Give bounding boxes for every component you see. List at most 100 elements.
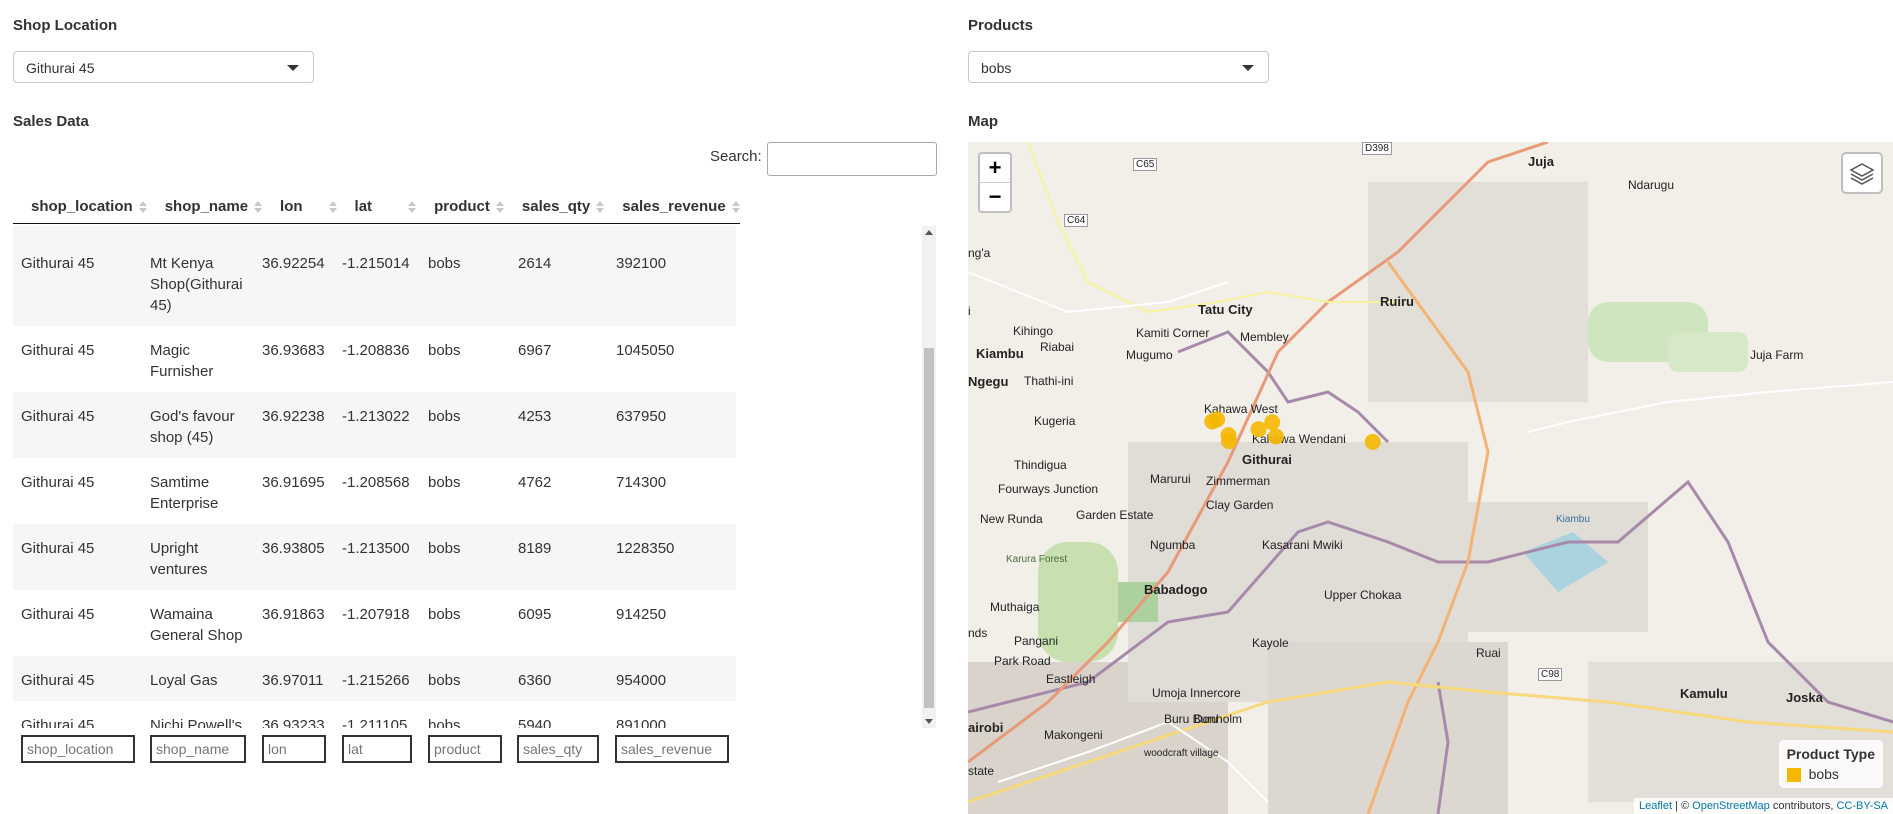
table-cell: God's favour shop (45) <box>142 392 254 458</box>
shop-marker[interactable] <box>1209 411 1226 428</box>
osm-link[interactable]: OpenStreetMap <box>1692 800 1770 812</box>
filter-product[interactable] <box>428 735 502 763</box>
table-cell: 36.93805 <box>254 524 334 590</box>
table-cell: 914250 <box>616 606 667 623</box>
leaflet-link[interactable]: Leaflet <box>1639 800 1672 812</box>
table-cell: suppliers <box>142 226 254 239</box>
table-cell: Githurai 45 <box>21 606 95 623</box>
table-row[interactable]: Githurai 45 Nichi Powell's Enterprise 36.9… <box>13 701 736 728</box>
table-cell: Githurai 45 <box>13 524 142 590</box>
column-header-product[interactable]: product <box>416 192 504 224</box>
table-cell: bobs <box>420 656 510 701</box>
sort-icon <box>138 201 147 214</box>
products-label: Products <box>968 17 1034 34</box>
search-label: Search: <box>710 148 762 165</box>
shop-location-value: Githurai 45 <box>26 60 95 76</box>
sort-icon <box>731 201 740 214</box>
table-scrollbar[interactable] <box>922 226 936 728</box>
table-cell: 2614 <box>510 239 608 326</box>
table-cell: 36.91695 <box>262 474 325 491</box>
sales-data-label: Sales Data <box>13 113 89 130</box>
table-cell: 36.92254 <box>254 239 334 326</box>
table-row[interactable]: suppliers <box>13 226 736 239</box>
column-header-shop-name[interactable]: shop_name <box>146 192 263 224</box>
scroll-down-icon[interactable] <box>925 719 933 724</box>
table-cell: Mt Kenya Shop(Githurai 45) <box>142 239 254 326</box>
scroll-up-icon[interactable] <box>925 230 933 235</box>
zoom-control: + − <box>978 152 1012 213</box>
table-cell: 36.93683 <box>262 342 325 359</box>
table-cell: 36.91863 <box>262 606 325 623</box>
sort-icon <box>596 201 605 214</box>
sort-icon <box>254 201 263 214</box>
sort-icon <box>408 201 417 214</box>
table-cell: 1228350 <box>608 524 736 590</box>
legend-title: Product Type <box>1786 745 1875 762</box>
table-cell: bobs <box>420 239 510 326</box>
attribution-text: | © <box>1672 800 1693 812</box>
filter-sales-revenue[interactable] <box>615 735 729 763</box>
filter-shop-location[interactable] <box>21 735 135 763</box>
filter-sales-qty[interactable] <box>517 735 599 763</box>
table-cell: bobs <box>428 606 461 623</box>
shop-marker[interactable] <box>1264 414 1281 431</box>
column-header-lat[interactable]: lat <box>336 192 417 224</box>
table-cell: 36.92238 <box>254 392 334 458</box>
table-row[interactable]: Githurai 45 Samtime Enterprise 36.91695 -1.… <box>13 458 736 524</box>
attribution-text: contributors, <box>1769 800 1837 812</box>
search-input[interactable] <box>767 142 937 176</box>
table-row[interactable]: Githurai 45 Wamaina General Shop 36.91863-… <box>13 590 736 656</box>
table-header: shop_location shop_name lon lat product … <box>13 192 740 224</box>
products-select[interactable]: bobs <box>968 51 1269 83</box>
table-row[interactable]: Githurai 45 Upright ventures 36.93805 -1.21… <box>13 524 736 590</box>
license-link[interactable]: CC-BY-SA <box>1836 800 1888 812</box>
table-cell: -1.213500 <box>334 524 420 590</box>
marker-layer <box>1204 411 1381 450</box>
map-attribution: Leaflet | © OpenStreetMap contributors, … <box>1633 798 1893 814</box>
shop-marker[interactable] <box>1267 428 1284 445</box>
zoom-out-button[interactable]: − <box>980 183 1010 211</box>
map-label: Map <box>968 113 998 130</box>
table-cell: 954000 <box>608 656 736 701</box>
table-cell: Githurai 45 <box>21 342 95 359</box>
table-cell: -1.208568 <box>342 474 410 491</box>
filter-lat[interactable] <box>342 735 412 763</box>
map-view[interactable]: Juja Ndarugu Tatu City Ruiru Kihingo Kam… <box>968 142 1893 814</box>
chevron-down-icon <box>287 65 299 71</box>
sort-icon <box>495 201 504 214</box>
shop-location-select[interactable]: Githurai 45 <box>13 51 314 83</box>
table-row[interactable]: Githurai 45 Magic Furnisher 36.93683 -1.208… <box>13 326 736 392</box>
table-body[interactable]: suppliers Githurai 45Mt Kenya Shop(Githu… <box>13 226 736 728</box>
table-cell: Magic Furnisher <box>150 342 214 380</box>
table-cell: 4253 <box>510 392 608 458</box>
table-cell: Nichi Powell's Enterprise <box>150 717 243 728</box>
table-cell: bobs <box>428 474 461 491</box>
table-row[interactable]: Githurai 45 Mt Kenya Shop(Githurai 45) 36.… <box>13 239 736 326</box>
shop-marker[interactable] <box>1220 427 1237 444</box>
zoom-in-button[interactable]: + <box>980 154 1010 183</box>
column-header-lon[interactable]: lon <box>262 192 337 224</box>
filter-lon[interactable] <box>262 735 326 763</box>
chevron-down-icon <box>1242 65 1254 71</box>
table-cell: 8189 <box>510 524 608 590</box>
table-row[interactable]: Githurai 45 Loyal Gas 36.97011 -1.215266 bob… <box>13 656 736 701</box>
table-row[interactable]: Githurai 45 God's favour shop (45) 36.9223… <box>13 392 736 458</box>
column-header-sales-revenue[interactable]: sales_revenue <box>604 192 740 224</box>
table-cell: 6360 <box>510 656 608 701</box>
table-cell: 6095 <box>518 606 552 623</box>
layers-button[interactable] <box>1841 152 1883 194</box>
table-cell: 6967 <box>518 342 552 359</box>
table-cell: 5940 <box>518 717 552 728</box>
layers-icon <box>1849 163 1875 185</box>
products-value: bobs <box>981 60 1012 76</box>
table-cell: -1.215266 <box>334 656 420 701</box>
shop-marker[interactable] <box>1364 433 1381 450</box>
table-cell: 891000 <box>616 717 667 728</box>
scrollbar-thumb[interactable] <box>924 348 934 708</box>
shop-marker[interactable] <box>1250 421 1267 438</box>
column-header-sales-qty[interactable]: sales_qty <box>503 192 605 224</box>
column-header-shop-location[interactable]: shop_location <box>13 192 147 224</box>
table-cell: 4762 <box>518 474 552 491</box>
table-cell: -1.211105 <box>342 717 408 728</box>
filter-shop-name[interactable] <box>150 735 246 763</box>
